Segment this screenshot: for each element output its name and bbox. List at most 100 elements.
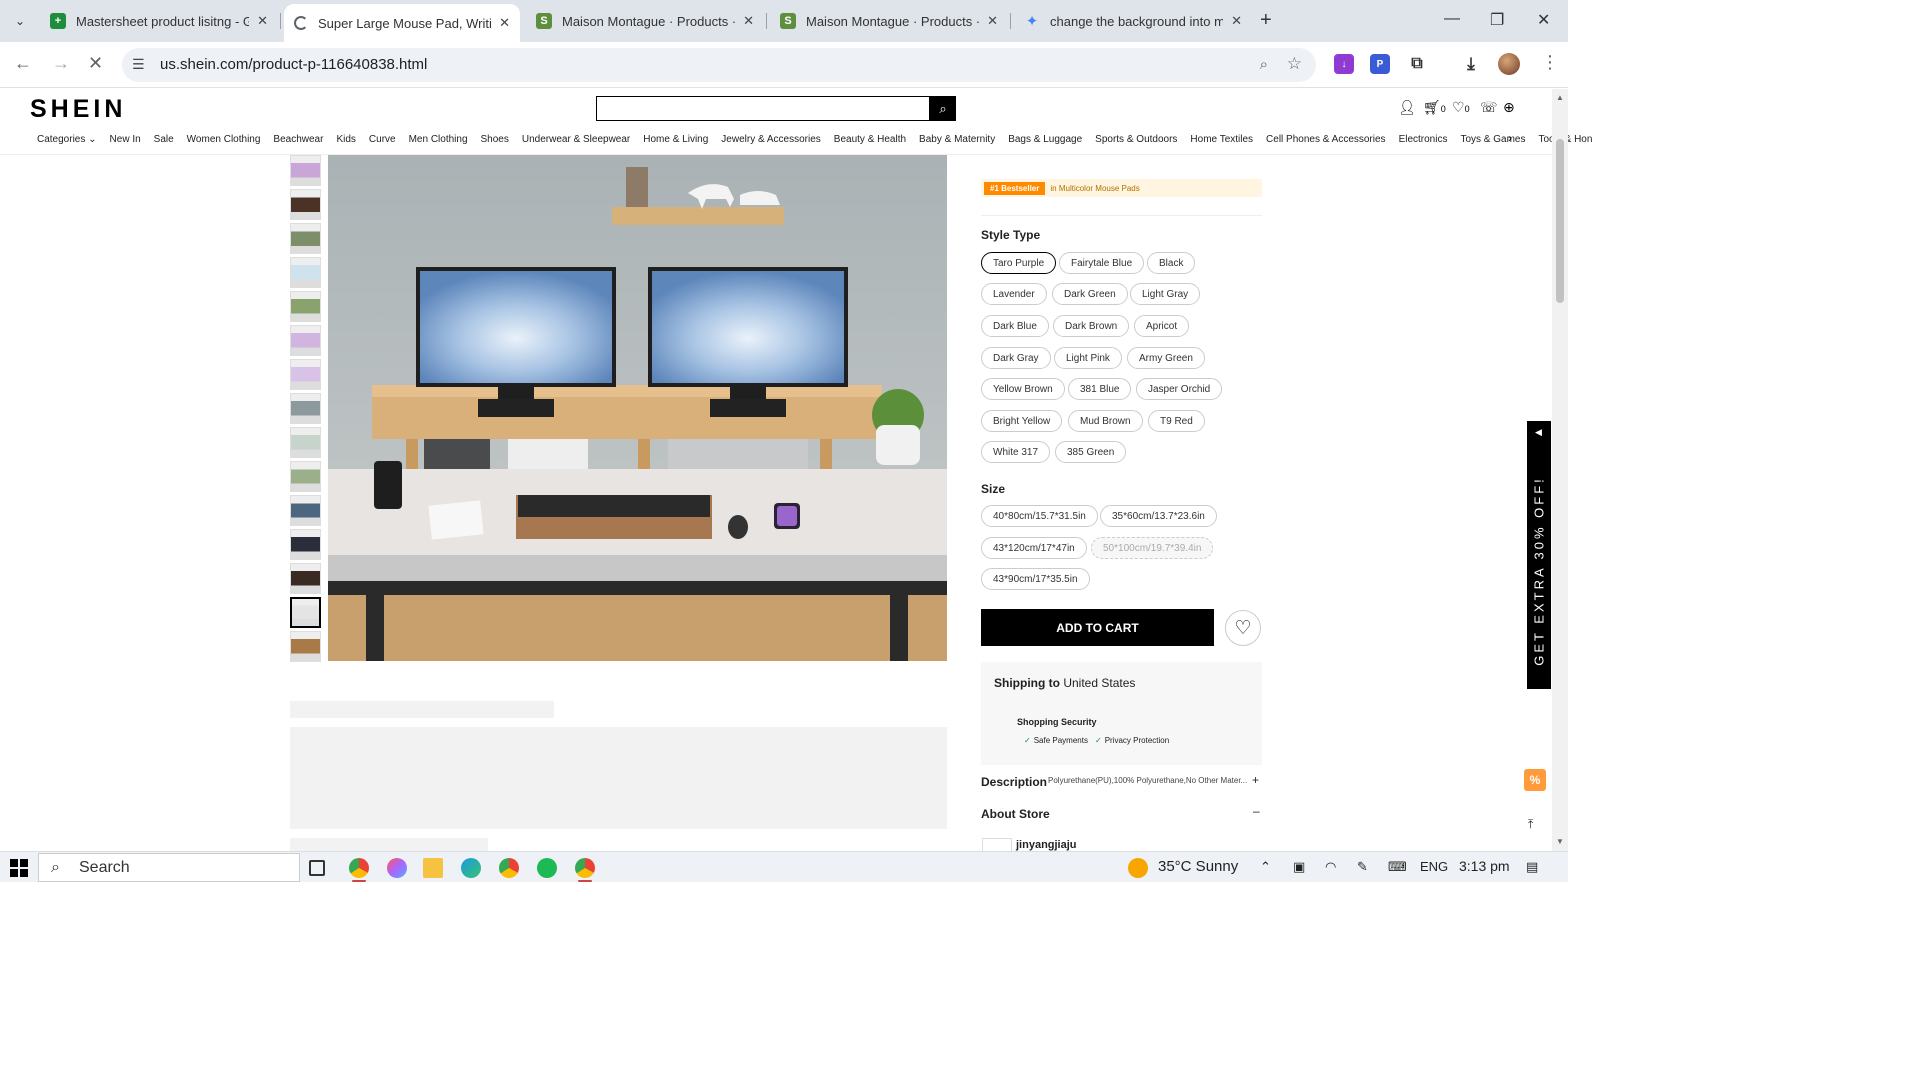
forward-arrow-icon[interactable]: → bbox=[52, 53, 70, 74]
chrome-profile-icon[interactable] bbox=[499, 858, 519, 878]
thumbnail-image[interactable] bbox=[290, 223, 321, 254]
category-link[interactable]: Baby & Maternity bbox=[919, 134, 995, 145]
account-icon[interactable]: 👤︎ bbox=[1398, 99, 1416, 116]
back-to-top-icon[interactable]: ⤒ bbox=[1528, 817, 1533, 832]
profile-avatar[interactable] bbox=[1498, 53, 1520, 75]
notifications-icon[interactable]: ▤ bbox=[1526, 859, 1538, 875]
chevron-right-icon[interactable]: › bbox=[1508, 131, 1512, 145]
style-option[interactable]: Apricot bbox=[1134, 315, 1190, 337]
language-indicator[interactable]: ENG bbox=[1420, 859, 1448, 874]
category-link[interactable]: Sale bbox=[154, 134, 174, 145]
style-option[interactable]: Dark Blue bbox=[981, 315, 1049, 337]
spotify-icon[interactable] bbox=[537, 858, 557, 878]
chrome-app-icon[interactable] bbox=[575, 858, 595, 878]
weather-text[interactable]: 35°C Sunny bbox=[1158, 858, 1238, 875]
style-option[interactable]: Bright Yellow bbox=[981, 410, 1063, 432]
download-extension-icon[interactable]: ↓ bbox=[1334, 54, 1354, 74]
style-option[interactable]: Jasper Orchid bbox=[1136, 378, 1223, 400]
close-icon[interactable]: ✕ bbox=[743, 13, 754, 29]
tab-super-large-mouse-pad[interactable]: Super Large Mouse Pad, Writing ✕ bbox=[284, 4, 520, 42]
windows-start-icon[interactable] bbox=[10, 859, 28, 877]
category-link[interactable]: Beachwear bbox=[273, 134, 323, 145]
style-option[interactable]: Dark Brown bbox=[1053, 315, 1130, 337]
thumbnail-image[interactable] bbox=[290, 563, 321, 594]
minimize-icon[interactable]: — bbox=[1444, 10, 1460, 28]
thumbnail-image[interactable] bbox=[290, 393, 321, 424]
close-icon[interactable]: ✕ bbox=[499, 15, 510, 31]
style-option[interactable]: Dark Green bbox=[1052, 283, 1128, 305]
close-icon[interactable]: ✕ bbox=[257, 13, 268, 29]
category-link[interactable]: Kids bbox=[336, 134, 355, 145]
thumbnail-image[interactable] bbox=[290, 325, 321, 356]
thumbnail-image[interactable] bbox=[290, 461, 321, 492]
category-link[interactable]: Sports & Outdoors bbox=[1095, 134, 1177, 145]
category-link[interactable]: Shoes bbox=[481, 134, 509, 145]
style-option[interactable]: Light Gray bbox=[1130, 283, 1201, 305]
wifi-icon[interactable]: ◠ bbox=[1325, 859, 1336, 875]
zoom-icon[interactable]: ⌕ bbox=[1260, 56, 1268, 73]
size-option[interactable]: 43*90cm/17*35.5in bbox=[981, 568, 1090, 590]
category-link[interactable]: Men Clothing bbox=[409, 134, 468, 145]
scroll-up-arrow-icon[interactable]: ▲ bbox=[1556, 93, 1564, 102]
side-promo-banner[interactable]: ◀ GET EXTRA 30% OFF! bbox=[1527, 421, 1551, 689]
keyboard-icon[interactable]: ⌨ bbox=[1388, 859, 1407, 875]
category-link[interactable]: Beauty & Health bbox=[834, 134, 906, 145]
tab-maison-montague-1[interactable]: S Maison Montague · Products · M ✕ bbox=[526, 6, 764, 36]
style-option[interactable]: T9 Red bbox=[1148, 410, 1205, 432]
bookmark-star-icon[interactable]: ☆ bbox=[1287, 54, 1302, 74]
globe-icon[interactable]: ⊕ bbox=[1503, 99, 1515, 116]
collapse-arrow-icon[interactable]: ◀ bbox=[1535, 427, 1542, 438]
thumbnail-image[interactable] bbox=[290, 257, 321, 288]
tab-mastersheet[interactable]: + Mastersheet product lisitng - G ✕ bbox=[40, 6, 278, 36]
thumbnail-image[interactable] bbox=[290, 189, 321, 220]
page-scrollbar[interactable]: ▲ ▼ bbox=[1552, 89, 1568, 851]
category-link[interactable]: Jewelry & Accessories bbox=[721, 134, 820, 145]
style-option[interactable]: 381 Blue bbox=[1068, 378, 1132, 400]
store-logo[interactable] bbox=[982, 838, 1012, 852]
task-view-icon[interactable] bbox=[309, 860, 325, 876]
style-option[interactable]: Fairytale Blue bbox=[1059, 252, 1145, 274]
category-link[interactable]: Electronics bbox=[1399, 134, 1448, 145]
size-option[interactable]: 43*120cm/17*47in bbox=[981, 537, 1087, 559]
size-option[interactable]: 50*100cm/19.7*39.4in bbox=[1091, 537, 1214, 559]
category-link[interactable]: Home Textiles bbox=[1190, 134, 1253, 145]
taskbar-search[interactable]: ⌕ Search bbox=[38, 853, 300, 882]
site-search-input[interactable] bbox=[596, 96, 930, 121]
thumbnail-image[interactable] bbox=[290, 427, 321, 458]
size-option[interactable]: 35*60cm/13.7*23.6in bbox=[1100, 505, 1217, 527]
url-text[interactable]: us.shein.com/product-p-116640838.html bbox=[160, 56, 427, 73]
size-option[interactable]: 40*80cm/15.7*31.5in bbox=[981, 505, 1098, 527]
chevron-up-icon[interactable]: ⌃ bbox=[1260, 859, 1271, 875]
thumbnail-image[interactable] bbox=[290, 291, 321, 322]
stop-loading-icon[interactable]: ✕ bbox=[88, 53, 103, 74]
style-option[interactable]: 385 Green bbox=[1055, 441, 1127, 463]
pen-icon[interactable]: ✎ bbox=[1357, 859, 1368, 875]
search-icon[interactable]: ⌕ bbox=[930, 96, 956, 121]
poky-extension-icon[interactable]: P bbox=[1370, 54, 1390, 74]
close-icon[interactable]: ✕ bbox=[1231, 13, 1242, 29]
style-option[interactable]: Black bbox=[1147, 252, 1196, 274]
tab-gemini[interactable]: ✦ change the background into m ✕ bbox=[1014, 6, 1252, 36]
category-link[interactable]: Home & Living bbox=[643, 134, 708, 145]
style-option[interactable]: Lavender bbox=[981, 283, 1047, 305]
scrollbar-thumb[interactable] bbox=[1556, 139, 1564, 303]
heart-icon[interactable]: ♡ bbox=[1225, 610, 1261, 646]
cart-icon[interactable]: 🛒︎0 bbox=[1423, 99, 1446, 116]
window-close-icon[interactable]: ✕ bbox=[1537, 10, 1550, 30]
style-option[interactable]: Dark Gray bbox=[981, 347, 1051, 369]
category-link[interactable]: Toys & Games bbox=[1460, 134, 1525, 145]
style-option[interactable]: White 317 bbox=[981, 441, 1051, 463]
shein-logo[interactable]: SHEIN bbox=[30, 95, 126, 124]
category-link[interactable]: Women Clothing bbox=[187, 134, 261, 145]
coupon-percent-icon[interactable]: % bbox=[1524, 769, 1546, 791]
chrome-menu-icon[interactable]: ⋮ bbox=[1541, 52, 1559, 73]
copilot-icon[interactable] bbox=[387, 858, 407, 878]
category-link[interactable]: New In bbox=[110, 134, 141, 145]
style-option[interactable]: Mud Brown bbox=[1068, 410, 1143, 432]
wishlist-icon[interactable]: ♡0 bbox=[1452, 99, 1470, 116]
style-option[interactable]: Taro Purple bbox=[981, 252, 1057, 274]
close-icon[interactable]: ✕ bbox=[987, 13, 998, 29]
category-link[interactable]: Bags & Luggage bbox=[1008, 134, 1082, 145]
site-info-icon[interactable]: ☰ bbox=[132, 56, 145, 73]
store-name[interactable]: jinyangjiaju bbox=[1016, 839, 1077, 851]
